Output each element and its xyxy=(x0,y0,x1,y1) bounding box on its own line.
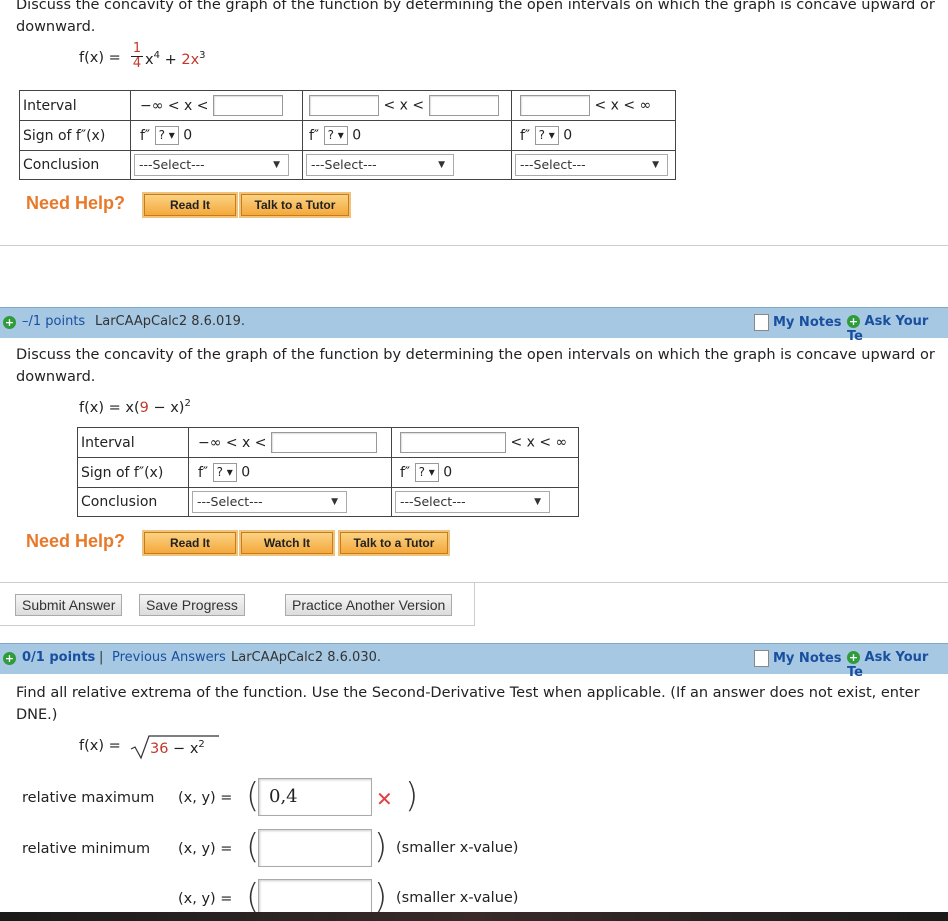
ask-teacher-link[interactable]: + Ask Your Te xyxy=(847,314,948,344)
row-label-conclusion: Conclusion xyxy=(77,487,189,517)
need-help-label: Need Help? xyxy=(26,531,126,551)
conclusion-select-2[interactable]: ---Select--- ▼ xyxy=(306,154,454,176)
xy-label: (x, y) = xyxy=(178,790,233,806)
question-code: LarCAApCalc2 8.6.030. xyxy=(231,650,381,665)
plus-icon: + xyxy=(847,651,860,664)
read-it-button[interactable]: Read It xyxy=(144,532,236,554)
expand-icon[interactable]: + xyxy=(3,652,16,665)
close-paren: ) xyxy=(405,776,419,816)
my-notes-link[interactable]: My Notes xyxy=(754,314,842,331)
question-text-line1: Discuss the concavity of the graph of th… xyxy=(16,347,935,363)
interval-input-1[interactable] xyxy=(270,432,377,453)
question-text-line2: downward. xyxy=(16,369,96,385)
question-code: LarCAApCalc2 8.6.019. xyxy=(95,314,245,329)
concavity-table-1: Interval −∞ < x < < x < < x < ∞ Sign of … xyxy=(19,90,676,180)
smaller-x-note: (smaller x-value) xyxy=(396,840,519,856)
row-label-sign: Sign of f″(x) xyxy=(19,120,131,151)
ask-teacher-link[interactable]: + Ask Your Te xyxy=(847,650,948,680)
wrong-icon: ✕ xyxy=(376,787,393,811)
need-help-label: Need Help? xyxy=(26,193,126,213)
taskbar-strip xyxy=(0,912,948,921)
fraction: 1 4 xyxy=(131,41,143,71)
rel-min-input-1[interactable] xyxy=(258,829,372,867)
separator: | xyxy=(99,650,104,665)
question-text-line1: Discuss the concavity of the graph of th… xyxy=(16,0,935,13)
watch-it-button[interactable]: Watch It xyxy=(241,532,333,554)
conclusion-select-1[interactable]: ---Select--- ▼ xyxy=(134,154,289,176)
close-paren: ) xyxy=(374,827,388,867)
points-label: –/1 points xyxy=(22,314,86,329)
conclusion-select-3[interactable]: ---Select--- ▼ xyxy=(515,154,668,176)
conclusion-select-2[interactable]: ---Select--- ▼ xyxy=(395,491,550,513)
expand-icon[interactable]: + xyxy=(3,316,16,329)
concavity-table-2: Interval −∞ < x < < x < ∞ Sign of f″(x) … xyxy=(77,427,579,517)
plus-icon: + xyxy=(847,315,860,328)
interval-cell-1: −∞ < x < xyxy=(130,90,303,121)
sign-select-2[interactable]: ? ▾ xyxy=(414,463,439,482)
interval-input-4[interactable] xyxy=(520,95,590,116)
question-text-line2: DNE.) xyxy=(16,707,58,723)
rel-max-label: relative maximum xyxy=(22,790,155,806)
interval-input-3[interactable] xyxy=(428,95,499,116)
practice-another-version-button[interactable]: Practice Another Version xyxy=(285,594,453,616)
interval-cell-3: < x < ∞ xyxy=(511,90,676,121)
sign-select-1[interactable]: ? ▾ xyxy=(154,126,179,145)
sign-select-3[interactable]: ? ▾ xyxy=(534,126,559,145)
question-header-bar-3: + 0/1 points | Previous Answers LarCAApC… xyxy=(0,643,948,680)
function-expression: f(x) = x(9 − x)2 xyxy=(79,398,191,416)
row-label-interval: Interval xyxy=(77,427,189,458)
talk-tutor-button[interactable]: Talk to a Tutor xyxy=(340,532,448,554)
read-it-button[interactable]: Read It xyxy=(144,194,236,216)
note-icon xyxy=(754,314,769,331)
interval-input-1[interactable] xyxy=(212,95,283,116)
rel-max-input[interactable]: 0,4 xyxy=(258,778,372,816)
function-prefix: f(x) = xyxy=(79,738,121,754)
question-text-line1: Find all relative extrema of the functio… xyxy=(16,685,920,701)
function-terms: x4 + 2x3 xyxy=(145,50,206,68)
row-label-conclusion: Conclusion xyxy=(19,150,131,180)
points-label: 0/1 points xyxy=(22,650,96,665)
question-text-line2: downward. xyxy=(16,19,96,35)
sign-select-1[interactable]: ? ▾ xyxy=(212,463,237,482)
note-icon xyxy=(754,650,769,667)
smaller-x-note: (smaller x-value) xyxy=(396,890,519,906)
xy-label: (x, y) = xyxy=(178,841,233,857)
rel-min-input-2[interactable] xyxy=(258,879,372,915)
divider xyxy=(474,582,948,583)
sign-select-2[interactable]: ? ▾ xyxy=(323,126,348,145)
my-notes-link[interactable]: My Notes xyxy=(754,650,842,667)
divider xyxy=(0,245,948,246)
xy-label: (x, y) = xyxy=(178,891,233,907)
question-header-bar-2: + –/1 points LarCAApCalc2 8.6.019. My No… xyxy=(0,307,948,344)
save-progress-button[interactable]: Save Progress xyxy=(139,594,245,616)
interval-input-2[interactable] xyxy=(400,432,506,453)
submit-answer-button[interactable]: Submit Answer xyxy=(15,594,123,616)
conclusion-select-1[interactable]: ---Select--- ▼ xyxy=(192,491,347,513)
close-paren: ) xyxy=(374,877,388,917)
radicand: 36 − x2 xyxy=(150,739,205,757)
rel-min-label: relative minimum xyxy=(22,841,151,857)
talk-tutor-button[interactable]: Talk to a Tutor xyxy=(241,194,349,216)
interval-cell-2: < x < xyxy=(302,90,512,121)
interval-input-2[interactable] xyxy=(309,95,379,116)
row-label-sign: Sign of f″(x) xyxy=(77,457,189,488)
previous-answers-link[interactable]: Previous Answers xyxy=(112,650,226,665)
function-expression: f(x) = xyxy=(79,50,121,66)
row-label-interval: Interval xyxy=(19,90,131,121)
